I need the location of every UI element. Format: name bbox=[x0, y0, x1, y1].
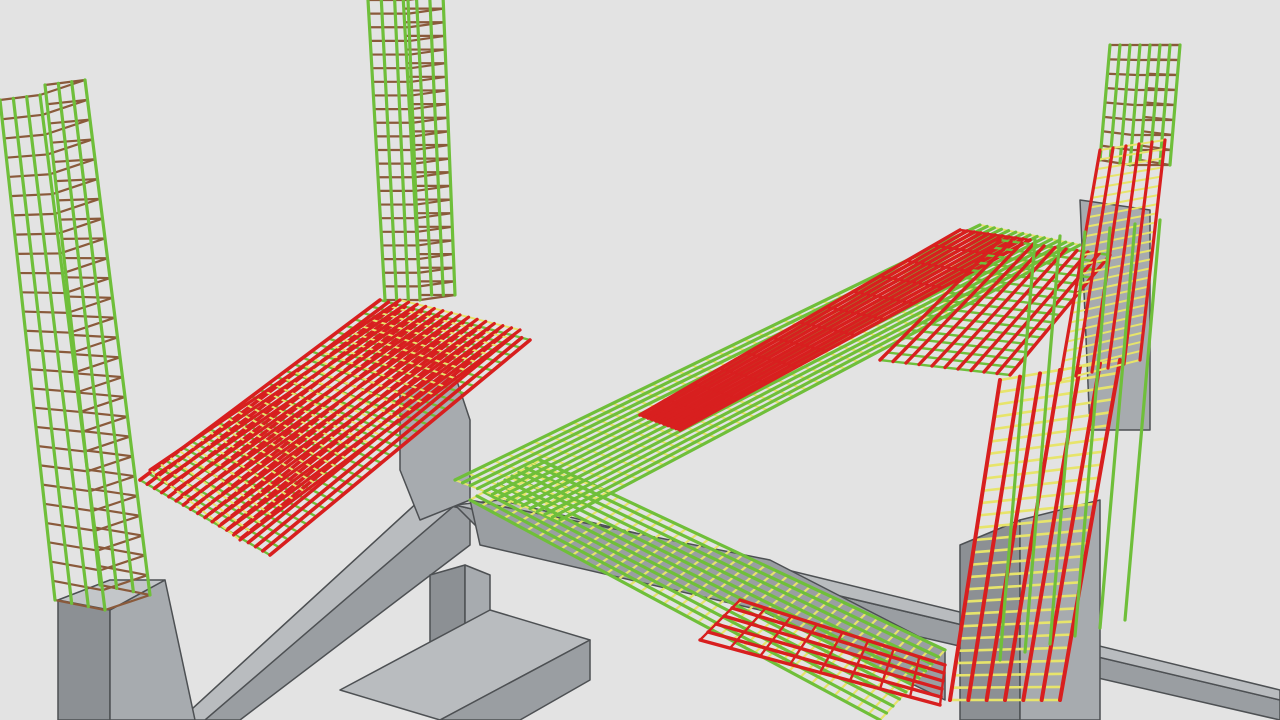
column-tie bbox=[73, 353, 122, 359]
transverse-bar bbox=[1094, 166, 1163, 180]
column-tie bbox=[49, 560, 102, 572]
column-tie bbox=[73, 356, 122, 374]
column-tie bbox=[7, 173, 52, 179]
column-tie bbox=[86, 468, 137, 478]
column-tie bbox=[88, 475, 137, 493]
column-tie bbox=[43, 502, 94, 513]
longitudinal-bar bbox=[666, 235, 1011, 428]
column-tie bbox=[1106, 72, 1139, 77]
column-tie bbox=[66, 296, 114, 314]
column-vertical-bar bbox=[25, 95, 90, 609]
column-vertical-bar bbox=[70, 80, 135, 594]
column-tie bbox=[56, 217, 104, 235]
longitudinal-bar bbox=[646, 230, 976, 420]
column-tie bbox=[84, 449, 134, 458]
column-tie bbox=[22, 310, 69, 314]
column-tie bbox=[34, 425, 84, 433]
column-tie bbox=[81, 430, 132, 438]
rebar-staircase-model bbox=[0, 0, 1280, 720]
longitudinal-bar bbox=[543, 240, 1068, 516]
rebar-cages bbox=[0, 0, 1182, 720]
column-tie bbox=[0, 93, 42, 102]
column-vertical-bar bbox=[441, 0, 457, 297]
longitudinal-bar bbox=[650, 231, 983, 422]
column-tie bbox=[63, 276, 112, 295]
column-tie bbox=[81, 415, 129, 433]
column-tie bbox=[26, 348, 74, 354]
column-tie bbox=[20, 291, 67, 295]
longitudinal-bar bbox=[658, 233, 997, 425]
column-tie bbox=[96, 534, 144, 552]
column-tie bbox=[96, 564, 149, 577]
column-tie bbox=[28, 368, 77, 374]
column-tie bbox=[83, 435, 132, 453]
column-tie bbox=[41, 483, 92, 493]
column-cage-left bbox=[0, 78, 152, 612]
column-tie bbox=[71, 333, 119, 339]
column-tie bbox=[75, 372, 124, 379]
column-cage-center bbox=[366, 0, 457, 302]
column-tie bbox=[47, 541, 99, 552]
column-tie bbox=[68, 316, 117, 334]
column-tie bbox=[93, 514, 142, 532]
column-tie bbox=[98, 554, 147, 572]
column-tie bbox=[36, 445, 87, 453]
3d-viewport[interactable] bbox=[0, 0, 1280, 720]
column-tie bbox=[91, 494, 139, 513]
column-tie bbox=[58, 237, 107, 255]
column-tie bbox=[24, 329, 72, 334]
column-tie bbox=[11, 212, 57, 217]
column-tie bbox=[71, 336, 119, 354]
longitudinal-bar bbox=[535, 239, 1061, 514]
column-tie bbox=[1105, 87, 1138, 92]
longitudinal-bar bbox=[678, 238, 1032, 432]
left-column-front bbox=[57, 599, 111, 720]
column-tie bbox=[61, 257, 109, 275]
column-tie bbox=[69, 314, 117, 319]
column-tie bbox=[1101, 130, 1134, 137]
column-tie bbox=[1103, 101, 1137, 107]
column-tie bbox=[1102, 115, 1135, 122]
column-tie bbox=[86, 455, 134, 473]
column-tie bbox=[77, 391, 127, 399]
column-tie bbox=[65, 276, 112, 280]
column-tie bbox=[5, 153, 49, 159]
column-tie bbox=[3, 133, 47, 140]
column-tie bbox=[9, 192, 54, 198]
column-tie bbox=[67, 295, 114, 299]
column-tie bbox=[78, 395, 127, 414]
column-tie bbox=[76, 376, 124, 394]
column-tie bbox=[1, 113, 44, 121]
column-tie bbox=[45, 521, 97, 532]
column-tie bbox=[58, 217, 104, 221]
column-tie bbox=[30, 387, 79, 394]
column-tie bbox=[13, 232, 59, 236]
column-tie bbox=[32, 406, 82, 414]
column-tie bbox=[39, 464, 89, 473]
column-tie bbox=[1107, 58, 1140, 62]
column-tie bbox=[79, 410, 129, 418]
